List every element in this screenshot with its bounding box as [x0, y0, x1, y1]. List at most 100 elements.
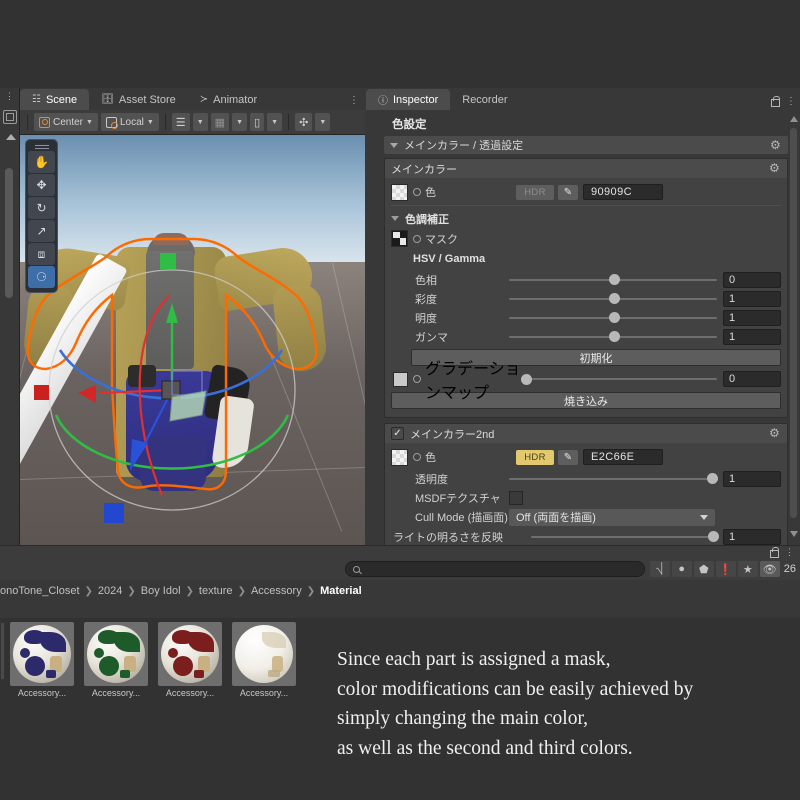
main-color-2nd-texture-thumbnail[interactable] — [391, 448, 408, 466]
breadcrumb-item-accessory[interactable]: Accessory — [251, 585, 302, 597]
move-tool-button[interactable]: ✥ — [28, 174, 55, 196]
gamma-value-field[interactable]: 1 — [723, 328, 781, 345]
tool-palette[interactable]: ✋ ✥ ↻ ↗ ⧈ ⚆ — [25, 139, 58, 293]
inspector-scrollbar[interactable] — [789, 114, 798, 539]
scroll-down-icon[interactable] — [790, 531, 798, 537]
gear-icon[interactable]: ⚙ — [770, 139, 782, 151]
tone-correction-row[interactable]: 色調補正 — [391, 210, 781, 227]
hand-tool-button[interactable]: ✋ — [28, 151, 55, 173]
scene-viewport[interactable]: ✋ ✥ ↻ ↗ ⧈ ⚆ — [20, 135, 365, 545]
scrollbar-thumb[interactable] — [790, 128, 797, 518]
rect-tool-button[interactable]: ⧈ — [28, 243, 55, 265]
asset-thumbnail[interactable] — [10, 622, 74, 686]
gradient-map-slider[interactable] — [521, 372, 717, 386]
main-color-category-bar[interactable]: メインカラー / 透過設定 ⚙ — [384, 136, 788, 154]
scale-tool-button[interactable]: ↗ — [28, 220, 55, 242]
saturation-slider[interactable] — [509, 292, 717, 306]
breadcrumb-item-2024[interactable]: 2024 — [98, 585, 122, 597]
rotate-tool-button[interactable]: ↻ — [28, 197, 55, 219]
main-color-hdr-badge[interactable]: HDR — [516, 184, 554, 200]
breadcrumb-item-boy-idol[interactable]: Boy Idol — [141, 585, 181, 597]
search-input[interactable] — [345, 561, 645, 577]
vertex-snap-dropdown[interactable]: ▼ — [232, 113, 248, 131]
tab-asset-store[interactable]: 🗄 Asset Store — [89, 89, 188, 110]
asset-thumbnail[interactable] — [84, 622, 148, 686]
filter-type-icon[interactable]: ● — [671, 561, 692, 577]
saturation-value-field[interactable]: 1 — [723, 290, 781, 307]
breadcrumb-item-project[interactable]: onoTone_Closet — [0, 585, 80, 597]
gradient-map-swatch[interactable] — [393, 371, 408, 387]
cull-mode-dropdown[interactable]: Off (両面を描画) — [509, 508, 715, 526]
main-color-hex-field[interactable]: 90909C — [583, 184, 663, 200]
tab-scene[interactable]: ☷ Scene — [20, 89, 90, 110]
hierarchy-menu-icon[interactable]: ⋮ — [5, 92, 14, 101]
msdf-texture-slot[interactable] — [509, 490, 523, 505]
gear-icon[interactable]: ⚙ — [769, 162, 781, 174]
hierarchy-strip[interactable]: ⋮ — [0, 88, 20, 558]
hue-value-field[interactable]: 0 — [723, 271, 781, 288]
move-gizmo-button[interactable]: ✣ — [295, 113, 313, 131]
inspector-menu-icon[interactable]: ⋮ — [786, 96, 796, 106]
scene-panel-menu-icon[interactable]: ⋮ — [349, 96, 359, 106]
transform-gizmo[interactable] — [20, 135, 365, 545]
gear-icon[interactable]: ⚙ — [769, 427, 781, 439]
scroll-up-icon[interactable] — [790, 116, 798, 122]
hierarchy-scrollbar[interactable] — [5, 168, 13, 298]
main-color-header[interactable]: メインカラー ⚙ — [385, 159, 787, 178]
asset-accessory-green[interactable]: Accessory... — [84, 622, 148, 706]
grid-snap-button[interactable]: ☰ — [171, 113, 190, 131]
light-brightness-value-field[interactable]: 1 — [723, 528, 781, 545]
favorite-filter-icon[interactable]: ★ — [737, 561, 758, 577]
label-filter-icon[interactable]: ⬟ — [693, 561, 714, 577]
brightness-slider[interactable] — [509, 311, 717, 325]
scroll-up-arrow-icon[interactable] — [6, 134, 16, 140]
tab-animator[interactable]: ≻ Animator — [187, 89, 270, 110]
tab-recorder[interactable]: Recorder — [450, 89, 520, 110]
mask-texture-thumbnail[interactable] — [391, 230, 408, 247]
asset-accessory-red[interactable]: Accessory... — [158, 622, 222, 706]
lock-icon[interactable] — [770, 96, 780, 107]
palette-drag-handle[interactable] — [28, 143, 55, 150]
slider-knob[interactable] — [608, 331, 620, 342]
ruler-button[interactable]: ▯ — [250, 113, 265, 131]
handle-space-button[interactable]: Local ▼ — [100, 113, 159, 131]
gamma-slider[interactable] — [509, 330, 717, 344]
error-filter-icon[interactable]: ❗ — [715, 561, 736, 577]
slider-knob[interactable] — [608, 293, 620, 304]
move-gizmo-dropdown[interactable]: ▼ — [315, 113, 331, 131]
gradient-map-value-field[interactable]: 0 — [723, 371, 781, 387]
tab-inspector[interactable]: ⓘ Inspector — [366, 89, 451, 110]
slider-knob[interactable] — [706, 473, 718, 484]
asset-thumbnail[interactable] — [158, 622, 222, 686]
slider-knob[interactable] — [521, 373, 532, 385]
main-color-2nd-checkbox[interactable]: ✓ — [391, 427, 404, 440]
hidden-eye-icon[interactable]: 👁 — [759, 561, 780, 577]
light-brightness-slider[interactable] — [531, 530, 719, 544]
grid-snap-dropdown[interactable]: ▼ — [192, 113, 208, 131]
transform-tool-button[interactable]: ⚆ — [28, 266, 55, 288]
main-color-texture-thumbnail[interactable] — [391, 183, 408, 201]
lock-icon[interactable] — [769, 547, 779, 558]
main-color-2nd-hex-field[interactable]: E2C66E — [583, 449, 663, 465]
eyedropper-icon[interactable]: ✎ — [558, 184, 578, 200]
main-color-2nd-hdr-badge[interactable]: HDR — [516, 449, 554, 465]
status-menu-icon[interactable]: ⋮ — [785, 548, 794, 557]
save-search-icon[interactable]: ⎷ — [649, 561, 670, 577]
brightness-value-field[interactable]: 1 — [723, 309, 781, 326]
breadcrumb-item-texture[interactable]: texture — [199, 585, 233, 597]
slider-knob[interactable] — [608, 312, 620, 323]
opacity-value-field[interactable]: 1 — [723, 470, 781, 487]
asset-thumbnail[interactable] — [232, 622, 296, 686]
main-color-2nd-header[interactable]: ✓ メインカラー2nd ⚙ — [385, 424, 787, 443]
ruler-dropdown[interactable]: ▼ — [267, 113, 283, 131]
slider-knob[interactable] — [707, 531, 719, 542]
opacity-slider[interactable] — [509, 472, 718, 486]
breadcrumb-item-material[interactable]: Material — [320, 585, 362, 597]
vertex-snap-button[interactable]: ▦ — [210, 113, 230, 131]
hue-slider[interactable] — [509, 273, 717, 287]
asset-accessory-navy[interactable]: Accessory... — [10, 622, 74, 706]
asset-accessory-white[interactable]: Accessory... — [232, 622, 296, 706]
eyedropper-icon[interactable]: ✎ — [558, 449, 578, 465]
slider-knob[interactable] — [608, 274, 620, 285]
pivot-mode-button[interactable]: Center ▼ — [34, 113, 98, 131]
